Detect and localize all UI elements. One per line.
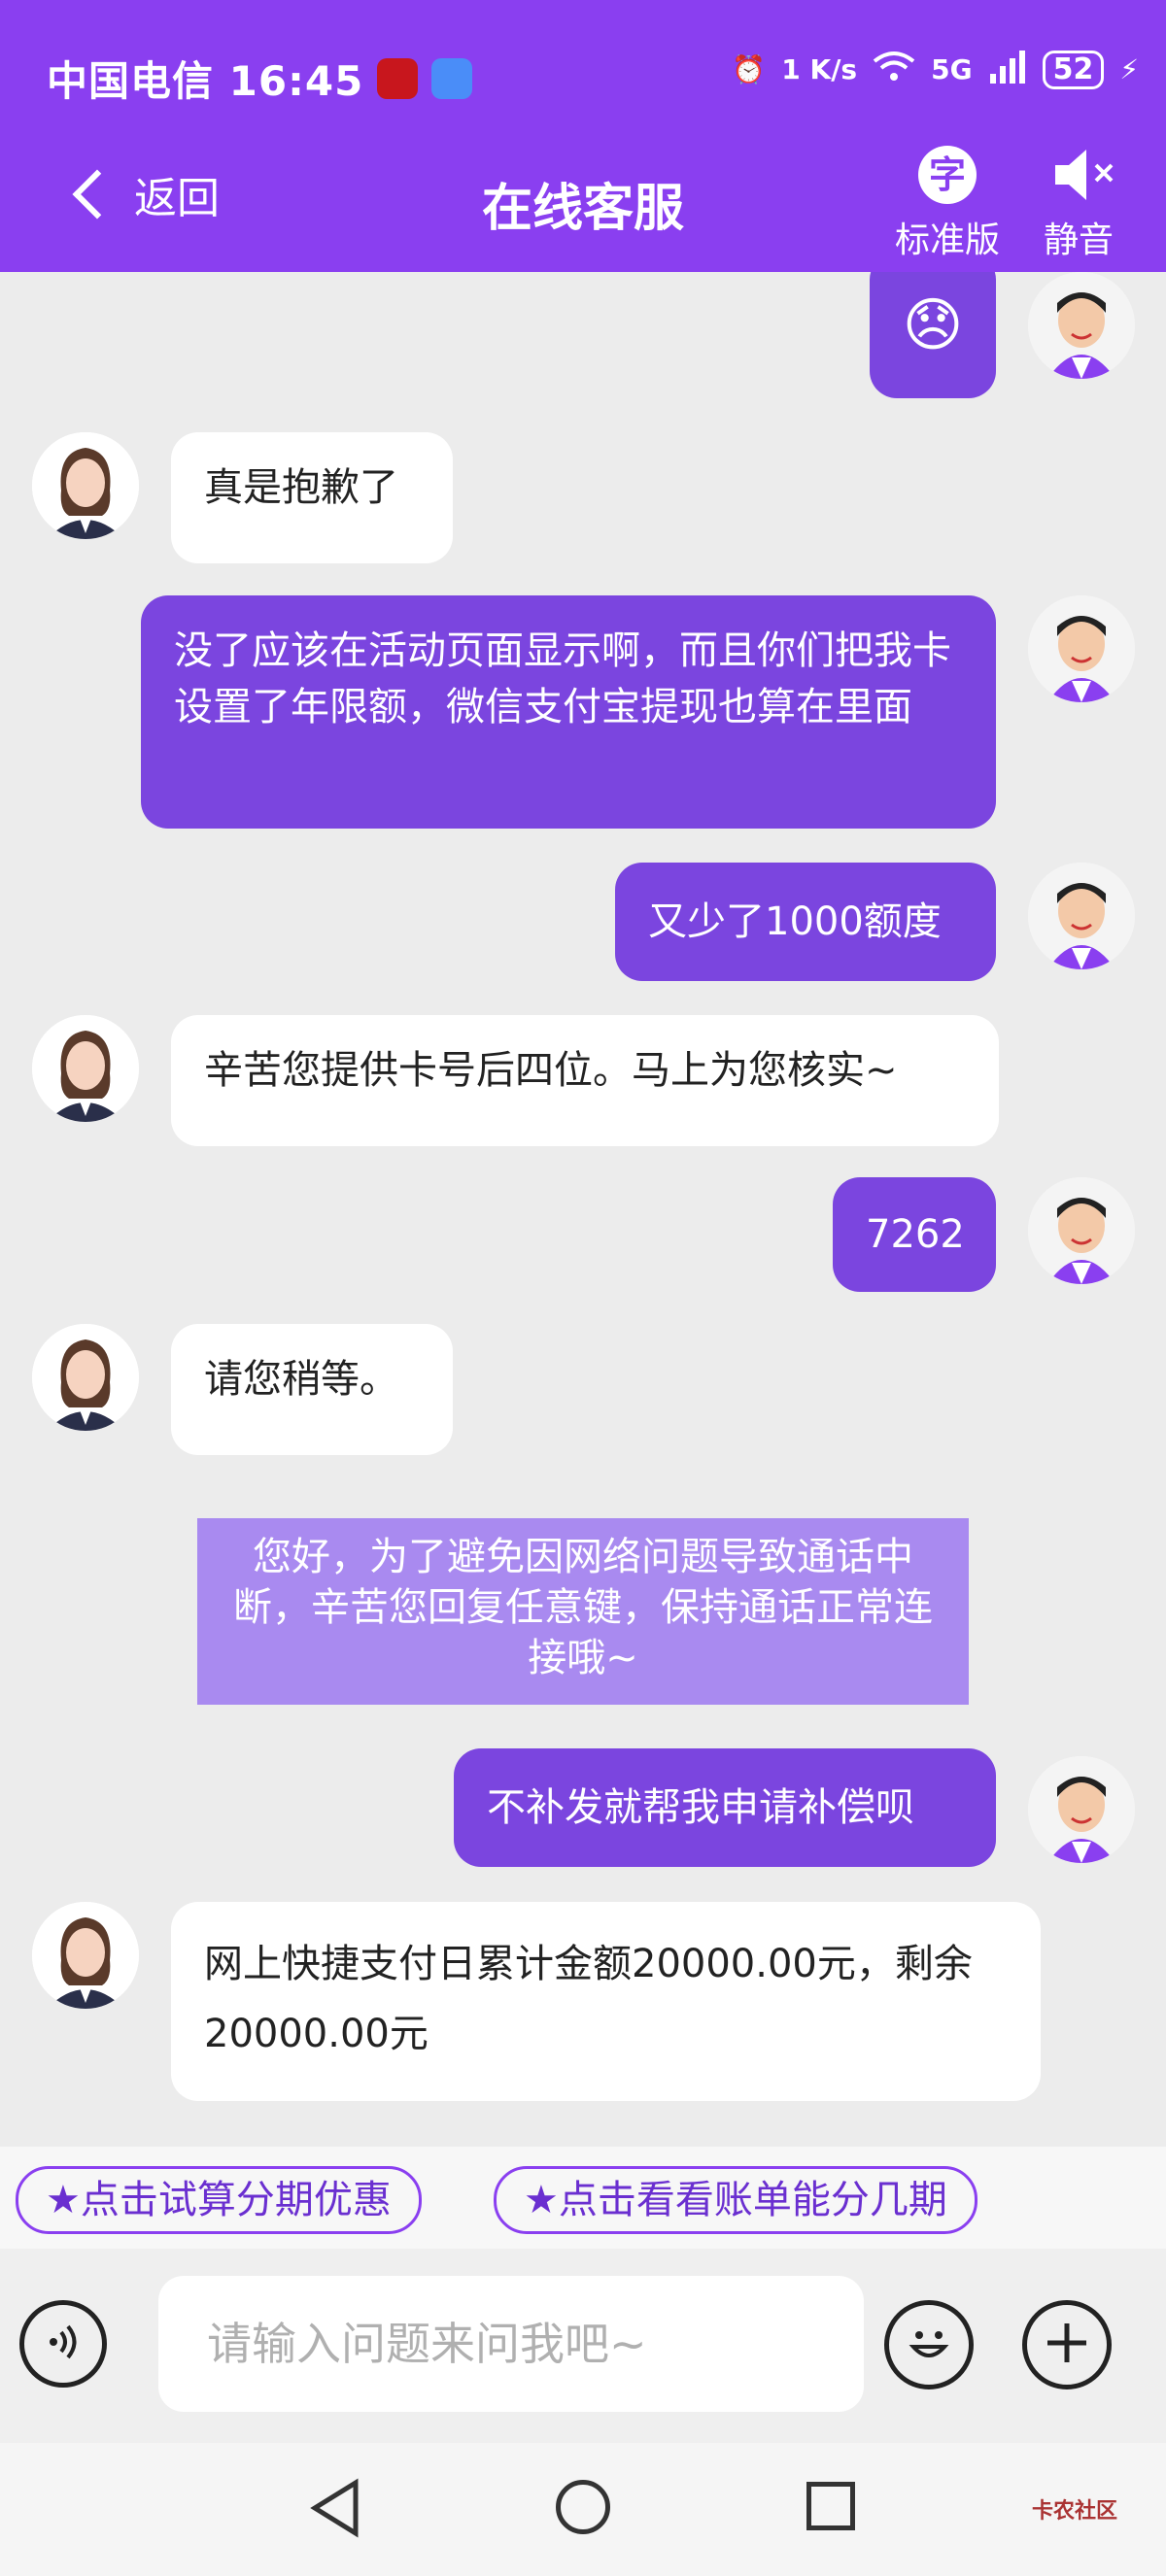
- user-message: 7262: [833, 1177, 996, 1292]
- wifi-icon: [873, 50, 915, 89]
- voice-icon: [42, 2321, 85, 2367]
- agent-avatar: [32, 1324, 139, 1431]
- message-input[interactable]: [158, 2276, 864, 2412]
- voice-input-button[interactable]: [19, 2300, 107, 2388]
- user-avatar: [1028, 1756, 1135, 1863]
- signal-icon: [988, 49, 1027, 90]
- nav-recents-button[interactable]: [806, 2482, 855, 2530]
- watermark: 卡农社区: [1031, 2499, 1117, 2524]
- user-avatar: [1028, 1177, 1135, 1284]
- smiley-icon: [900, 2314, 958, 2376]
- status-bar: 中国电信 16:45 ⏰ 1 K/s 5G 52 ⚡: [0, 0, 1166, 146]
- nav-home-button[interactable]: [556, 2480, 610, 2534]
- message-notification-icon: [431, 57, 473, 99]
- system-navigation-bar: 卡农社区: [0, 2443, 1166, 2576]
- agent-message: 辛苦您提供卡号后四位。马上为您核实~: [171, 1015, 999, 1146]
- network-type: 5G: [931, 53, 973, 85]
- status-left: 中国电信 16:45: [47, 49, 473, 108]
- top-app-bar: 中国电信 16:45 ⏰ 1 K/s 5G 52 ⚡ 返回 在线客服 字 标准版: [0, 0, 1166, 272]
- user-message: 不补发就帮我申请补偿呗: [454, 1748, 996, 1867]
- mute-button[interactable]: 静音: [1025, 146, 1132, 262]
- user-message: 又少了1000额度: [615, 863, 996, 981]
- network-speed: 1 K/s: [781, 53, 858, 85]
- plus-icon: [1040, 2316, 1094, 2374]
- speaker-mute-icon: [1049, 146, 1114, 204]
- emoji-button[interactable]: [884, 2300, 974, 2390]
- charging-icon: ⚡: [1119, 53, 1139, 85]
- agent-message: 网上快捷支付日累计金额20000.00元，剩余20000.00元: [171, 1902, 1041, 2101]
- quick-actions-bar: ★点击试算分期优惠 ★点击看看账单能分几期: [0, 2147, 1166, 2249]
- quick-action-installment-trial[interactable]: ★点击试算分期优惠: [16, 2166, 422, 2234]
- standard-version-label: 标准版: [894, 220, 1000, 260]
- bank-app-notification-icon: [377, 57, 419, 99]
- user-avatar: [1028, 863, 1135, 969]
- user-avatar: [1028, 595, 1135, 702]
- more-options-button[interactable]: [1022, 2300, 1112, 2390]
- agent-message: 请您稍等。: [171, 1324, 453, 1455]
- agent-avatar: [32, 432, 139, 539]
- status-right: ⏰ 1 K/s 5G 52 ⚡: [732, 49, 1139, 90]
- mute-label: 静音: [1043, 220, 1114, 260]
- user-message: 😞: [870, 272, 996, 398]
- battery-level: 52: [1042, 50, 1105, 89]
- user-avatar: [1028, 272, 1135, 379]
- font-mode-icon: 字: [918, 146, 977, 204]
- triangle-back-icon: [310, 2478, 359, 2538]
- chat-history[interactable]: 😞 真是抱歉了 没了应该在活动页面显示啊，而且你们把我卡设置了年限额，微信支付宝…: [0, 272, 1166, 2127]
- agent-avatar: [32, 1015, 139, 1122]
- quick-action-bill-installments[interactable]: ★点击看看账单能分几期: [494, 2166, 977, 2234]
- system-notice: 您好，为了避免因网络问题导致通话中断，辛苦您回复任意键，保持通话正常连接哦~: [197, 1518, 969, 1705]
- navigation-bar: 返回 在线客服 字 标准版 静音: [0, 146, 1166, 272]
- agent-avatar: [32, 1902, 139, 2009]
- alarm-icon: ⏰: [732, 53, 767, 85]
- agent-message: 真是抱歉了: [171, 432, 453, 563]
- nav-back-button[interactable]: [307, 2477, 365, 2543]
- user-message: 没了应该在活动页面显示啊，而且你们把我卡设置了年限额，微信支付宝提现也算在里面: [141, 595, 996, 829]
- input-bar: [0, 2249, 1166, 2443]
- standard-version-button[interactable]: 字 标准版: [884, 146, 1011, 262]
- carrier-time: 中国电信 16:45: [47, 57, 364, 105]
